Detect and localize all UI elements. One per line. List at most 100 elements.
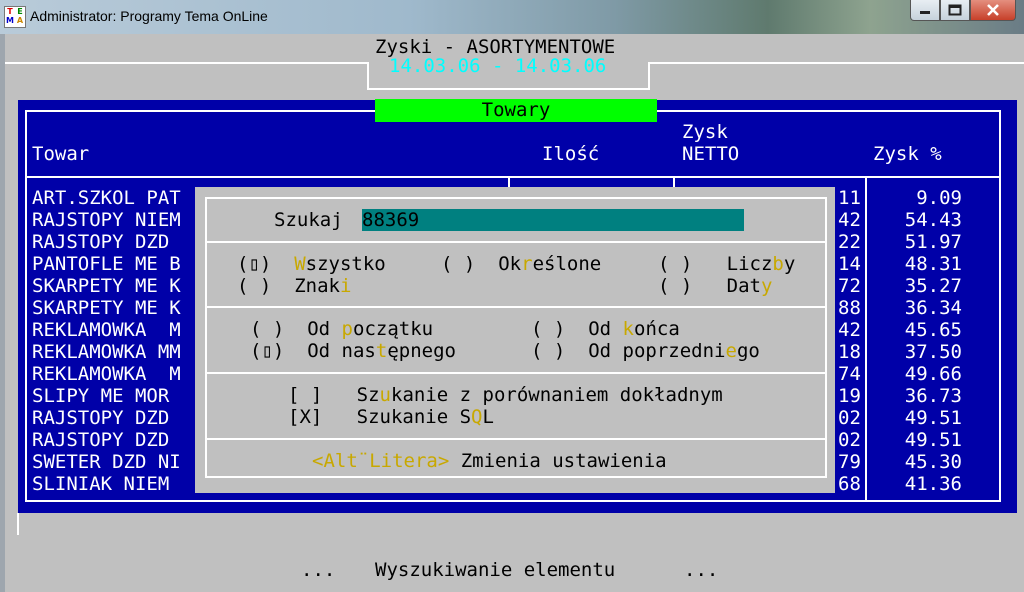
table-row[interactable]: RAJSTOPY DZD — [32, 429, 169, 451]
cell-zysk-pct: 48.31 — [904, 253, 962, 275]
option-label: Dat — [726, 275, 761, 297]
radio-od-nastepnego[interactable]: (▯) — [250, 340, 284, 362]
checkbox-sql-search[interactable]: [X] — [288, 406, 322, 428]
cell-netto-fragment: 02 — [838, 429, 861, 451]
cell-zysk-pct: 49.66 — [904, 363, 962, 385]
table-frame-left — [25, 110, 27, 502]
table-row[interactable]: SLIPY ME MOR — [32, 385, 169, 407]
icon-letter-t: T — [7, 7, 13, 16]
cell-netto-fragment: 68 — [838, 473, 861, 495]
cell-zysk-pct: 51.97 — [904, 231, 962, 253]
hotkey-letter: e — [725, 340, 737, 362]
radio-daty[interactable]: ( ) — [658, 275, 692, 297]
table-row[interactable]: SKARPETY ME K — [32, 297, 181, 319]
header-bracket-bottom — [367, 88, 650, 90]
table-row[interactable]: ART.SZKOL PAT — [32, 187, 181, 209]
table-frame-bottom — [25, 500, 1001, 502]
option-label: Sz — [356, 384, 380, 406]
header-line-left — [5, 62, 368, 64]
option-okreslone[interactable]: ( ) Określone — [441, 253, 601, 275]
option-znaki[interactable]: ( ) Znaki — [237, 275, 351, 297]
option-label: eślone — [532, 253, 602, 275]
option-label: oczątku — [353, 318, 434, 340]
table-row[interactable]: SWETER DZD NI — [32, 451, 181, 473]
status-text: Wyszukiwanie elementu — [375, 559, 616, 581]
icon-letter-m: M — [6, 16, 14, 25]
option-od-konca[interactable]: ( ) Od końca — [531, 318, 680, 340]
option-label: Szukanie S — [356, 406, 472, 428]
cell-netto-fragment: 88 — [838, 297, 861, 319]
cell-netto-fragment: 18 — [838, 341, 861, 363]
hotkey-letter: k — [622, 318, 634, 340]
cell-netto-fragment: 42 — [838, 319, 861, 341]
option-label: kanie z porównaniem dokładnym — [391, 384, 723, 406]
option-label: L — [482, 406, 494, 428]
tema-app-icon[interactable]: TE MA — [4, 6, 26, 28]
option-wszystko[interactable]: (▯) Wszystko — [237, 253, 386, 275]
option-label: Znak — [294, 275, 340, 297]
minimize-button[interactable] — [910, 0, 940, 21]
hint-text: Zmienia ustawienia — [449, 450, 667, 472]
maximize-button[interactable] — [940, 0, 970, 21]
radio-znaki[interactable]: ( ) — [237, 275, 271, 297]
radio-okreslone[interactable]: ( ) — [441, 253, 475, 275]
col-header-zysk[interactable]: Zysk — [682, 121, 728, 143]
option-liczby[interactable]: ( ) Liczby — [658, 253, 795, 275]
option-od-poczatku[interactable]: ( ) Od początku — [250, 318, 433, 340]
table-row[interactable]: PANTOFLE ME B — [32, 253, 181, 275]
checkbox-exact-compare[interactable]: [ ] — [288, 384, 322, 406]
option-label: Od poprzedni — [588, 340, 726, 362]
col-header-zysk-pct[interactable]: Zysk % — [873, 143, 942, 165]
cell-zysk-pct: 37.50 — [904, 341, 962, 363]
dialog-separator — [205, 372, 827, 374]
table-row[interactable]: REKLAMOWKA MM — [32, 341, 181, 363]
option-label: Od nas — [307, 340, 376, 362]
option-label: Licz — [726, 253, 773, 275]
option-sql-search[interactable]: [X] Szukanie SQL — [288, 406, 494, 428]
radio-liczby[interactable]: ( ) — [658, 253, 692, 275]
col-header-netto[interactable]: NETTO — [682, 143, 739, 165]
radio-od-poczatku[interactable]: ( ) — [250, 318, 284, 340]
cell-netto-fragment: 02 — [838, 407, 861, 429]
tab-towary[interactable]: Towary — [375, 99, 657, 122]
hotkey-letter: i — [339, 275, 352, 297]
col-separator-3 — [865, 176, 867, 500]
option-label: go — [736, 340, 760, 362]
dialog-separator — [205, 241, 827, 243]
radio-od-poprzedniego[interactable]: ( ) — [531, 340, 565, 362]
radio-od-konca[interactable]: ( ) — [531, 318, 565, 340]
table-row[interactable]: RAJSTOPY DZD — [32, 231, 169, 253]
table-row[interactable]: RAJSTOPY DZD — [32, 407, 169, 429]
search-input[interactable]: 88369 — [362, 209, 744, 231]
table-row[interactable]: SKARPETY ME K — [32, 275, 181, 297]
option-label: Ok — [498, 253, 522, 275]
cell-netto-fragment: 74 — [838, 363, 861, 385]
hotkey-letter: b — [772, 253, 784, 275]
option-od-nastepnego[interactable]: (▯) Od następnego — [250, 340, 456, 362]
close-button[interactable] — [970, 0, 1016, 21]
date-range: 14.03.06 - 14.03.06 — [389, 55, 607, 77]
table-row[interactable]: SLINIAK NIEM — [32, 473, 169, 495]
hotkey-letter: u — [379, 384, 391, 406]
header-bracket-right — [648, 62, 650, 90]
hotkey-letter: p — [341, 318, 353, 340]
table-row[interactable]: RAJSTOPY NIEM — [32, 209, 181, 231]
option-od-poprzedniego[interactable]: ( ) Od poprzedniego — [531, 340, 760, 362]
cell-zysk-pct: 49.51 — [904, 429, 962, 451]
table-row[interactable]: REKLAMOWKA M — [32, 319, 181, 341]
status-ellipsis-left: ... — [301, 559, 336, 581]
search-label: Szukaj — [274, 209, 343, 231]
radio-wszystko[interactable]: (▯) — [237, 253, 271, 275]
table-row[interactable]: REKLAMOWKA M — [32, 363, 181, 385]
hotkey-letter: Q — [471, 406, 483, 428]
table-frame-right — [999, 110, 1001, 502]
option-exact-compare[interactable]: [ ] Szukanie z porównaniem dokładnym — [288, 384, 723, 406]
dialog-hint: <Alt¨Litera> Zmienia ustawienia — [312, 450, 667, 472]
col-header-towar[interactable]: Towar — [32, 143, 89, 165]
col-header-ilosc[interactable]: Ilość — [542, 143, 599, 165]
header-separator — [25, 176, 1001, 178]
cell-zysk-pct: 35.27 — [904, 275, 962, 297]
option-daty[interactable]: ( ) Daty — [658, 275, 772, 297]
icon-letter-a: A — [16, 16, 24, 25]
status-ellipsis-right: ... — [684, 559, 719, 581]
